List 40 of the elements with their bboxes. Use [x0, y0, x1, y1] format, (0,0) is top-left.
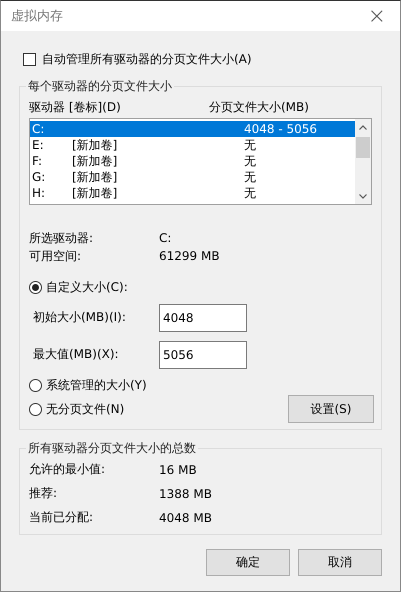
info-label: 所选驱动器: [29, 230, 94, 246]
drive-row[interactable]: C: 4048 - 5056 [30, 121, 355, 137]
radio-label[interactable]: 系统管理的大小(Y) [46, 376, 147, 394]
info-value: 61299 MB [159, 249, 220, 263]
set-button[interactable]: 设置(S) [288, 395, 374, 423]
column-header: 分页文件大小(MB) [209, 98, 309, 116]
checkbox[interactable] [23, 53, 36, 66]
column-header: 驱动器 [卷标](D) [29, 98, 122, 116]
total-value: 4048 MB [159, 510, 212, 524]
ok-button[interactable]: 确定 [206, 549, 290, 576]
input-field[interactable]: 4048 [159, 304, 247, 332]
group-title: 每个驱动器的分页文件大小 [26, 78, 174, 95]
total-label: 推荐: [29, 485, 58, 502]
drive-row[interactable]: H: [新加卷] 无 [30, 185, 355, 201]
input-field[interactable]: 5056 [159, 340, 247, 368]
scroll-up-icon[interactable] [359, 125, 367, 130]
window-title: 虚拟内存 [10, 8, 63, 25]
total-value: 16 MB [159, 462, 197, 476]
group-title: 所有驱动器分页文件大小的总数 [26, 440, 198, 457]
radio-label[interactable]: 自定义大小(C): [46, 278, 128, 296]
field-label: 最大值(MB)(X): [33, 346, 120, 363]
info-value: C: [159, 231, 172, 245]
drive-row[interactable]: G: [新加卷] 无 [30, 169, 355, 185]
scroll-down-icon[interactable] [359, 194, 367, 199]
scroll-thumb[interactable] [356, 137, 370, 158]
checkbox-label[interactable]: 自动管理所有驱动器的分页文件大小(A) [42, 51, 252, 68]
total-label: 允许的最小值: [29, 461, 106, 478]
field-label: 初始大小(MB)(I): [33, 309, 127, 326]
drive-row[interactable]: F: [新加卷] 无 [30, 153, 355, 169]
info-label: 可用空间: [29, 248, 82, 264]
total-label: 当前已分配: [29, 509, 94, 526]
radio-label[interactable]: 无分页文件(N) [46, 400, 124, 418]
radio-button[interactable] [29, 378, 42, 392]
radio-button[interactable] [29, 280, 42, 294]
close-button[interactable]: × [354, 4, 400, 28]
drive-row[interactable]: E: [新加卷] 无 [30, 137, 355, 153]
radio-button[interactable] [29, 402, 42, 416]
total-value: 1388 MB [159, 486, 212, 500]
cancel-button[interactable]: 取消 [298, 549, 382, 576]
scrollbar[interactable] [355, 119, 371, 204]
